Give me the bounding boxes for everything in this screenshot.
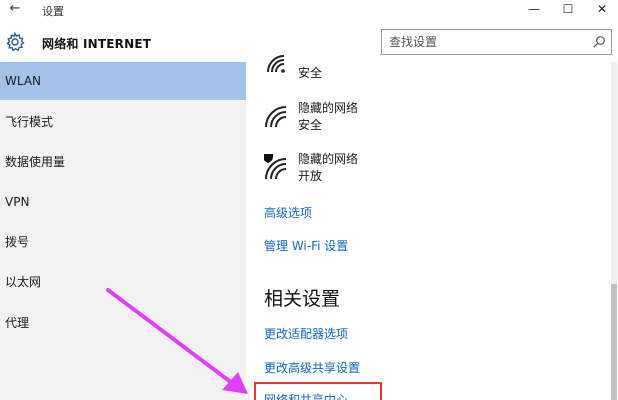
wifi-network-name: 隐藏的网络: [298, 101, 359, 115]
search-input[interactable]: [389, 33, 585, 51]
search-icon[interactable]: [592, 35, 606, 49]
title-bar: ← 设置 — ☐ ✕: [0, 0, 618, 20]
gear-icon: [6, 32, 25, 52]
scrollbar-thumb[interactable]: [611, 284, 617, 400]
window-title: 设置: [42, 5, 64, 18]
wifi-network-name: 隐藏的网络: [298, 152, 359, 166]
related-settings-title: 相关设置: [264, 288, 341, 310]
highlight-box: [254, 382, 382, 400]
wifi-security-status: 安全: [298, 118, 323, 132]
sidebar-item-vpn[interactable]: VPN: [0, 183, 246, 221]
sidebar-item-ethernet[interactable]: 以太网: [0, 263, 246, 301]
sidebar-item-wlan[interactable]: WLAN: [0, 62, 246, 100]
page-title: 网络和 INTERNET: [42, 37, 152, 51]
wifi-security-status: 安全: [298, 66, 323, 80]
back-button[interactable]: ←: [6, 1, 24, 17]
sidebar-item-proxy[interactable]: 代理: [0, 304, 246, 342]
wifi-network-item[interactable]: 隐藏的网络 安全: [264, 99, 464, 139]
sidebar: WLAN 飞行模式 数据使用量 VPN 拨号 以太网 代理: [0, 62, 246, 400]
wifi-icon: [265, 106, 287, 128]
minimize-button[interactable]: —: [516, 0, 552, 18]
maximize-button[interactable]: ☐: [550, 0, 586, 18]
change-sharing-link[interactable]: 更改高级共享设置: [264, 359, 360, 376]
wifi-security-status: 开放: [298, 169, 323, 183]
wifi-network-item[interactable]: 隐藏的网络 开放: [264, 150, 464, 190]
scrollbar[interactable]: [611, 62, 617, 400]
page-header: 网络和 INTERNET: [0, 24, 618, 60]
sidebar-item-dialup[interactable]: 拨号: [0, 223, 246, 261]
search-box[interactable]: [381, 29, 612, 55]
sidebar-item-data-usage[interactable]: 数据使用量: [0, 143, 246, 181]
wifi-shield-icon: [264, 154, 287, 180]
manage-wifi-link[interactable]: 管理 Wi-Fi 设置: [264, 237, 348, 254]
main-content: 安全 隐藏的网络 安全 隐藏的网络 开放 高级选项 管理 Wi-Fi 设置 相关…: [246, 55, 618, 400]
wifi-network-item[interactable]: 安全: [264, 55, 464, 98]
sidebar-item-airplane-mode[interactable]: 飞行模式: [0, 103, 246, 141]
close-button[interactable]: ✕: [584, 0, 618, 18]
wifi-icon: [267, 55, 285, 73]
advanced-options-link[interactable]: 高级选项: [264, 204, 312, 221]
change-adapter-link[interactable]: 更改适配器选项: [264, 325, 348, 342]
